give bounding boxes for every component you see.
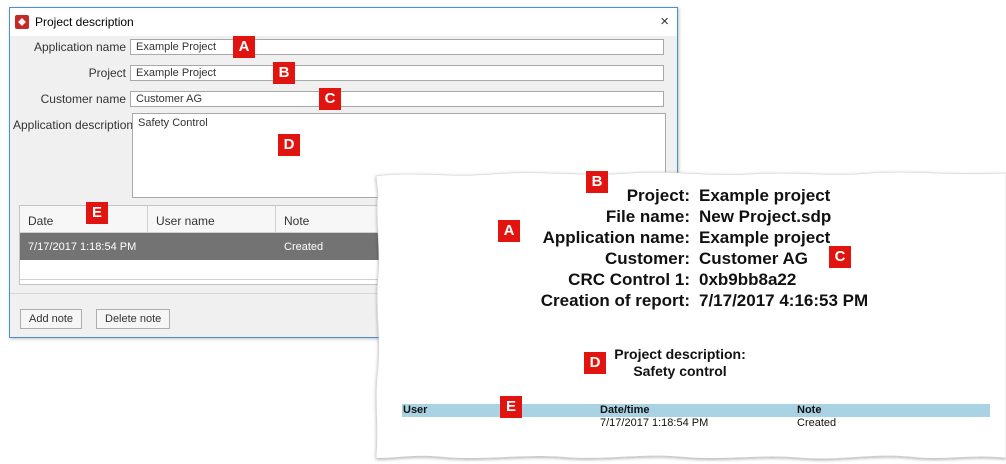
report-line-project: Project: Example project	[372, 186, 1006, 206]
application-name-row: Application name	[10, 39, 664, 55]
marker-a-dialog: A	[233, 36, 255, 58]
row-date: 7/17/2017 1:18:54 PM	[28, 241, 137, 253]
report-label-application-name: Application name:	[542, 228, 690, 247]
customer-name-input[interactable]	[130, 91, 664, 107]
report-line-application-name: Application name: Example project	[372, 228, 1006, 248]
report-col-datetime: Date/time	[600, 404, 650, 416]
marker-d-dialog: D	[278, 134, 300, 156]
close-icon[interactable]: ×	[660, 14, 669, 30]
marker-e-report: E	[500, 396, 522, 418]
delete-note-button[interactable]: Delete note	[96, 309, 171, 329]
marker-b-report: B	[586, 171, 608, 193]
application-description-label: Application description	[13, 118, 134, 132]
report-value-creation: 7/17/2017 4:16:53 PM	[699, 291, 869, 310]
report-description-value: Safety control	[633, 363, 727, 379]
column-header-user-name[interactable]: User name	[148, 206, 276, 232]
add-note-button[interactable]: Add note	[20, 309, 83, 329]
report-label-file-name: File name:	[605, 207, 690, 226]
app-icon	[15, 15, 29, 29]
report-row-datetime: 7/17/2017 1:18:54 PM	[600, 417, 709, 429]
report-value-project: Example project	[699, 186, 831, 205]
report-value-crc: 0xb9bb8a22	[699, 270, 797, 289]
report-label-crc: CRC Control 1:	[568, 270, 690, 289]
report-line-customer: Customer: Customer AG	[372, 249, 1006, 269]
project-row: Project	[10, 65, 664, 81]
report-excerpt: Project: Example project File name: New …	[372, 168, 1006, 464]
marker-c-dialog: C	[319, 88, 341, 110]
report-label-project: Project:	[626, 186, 690, 205]
application-name-input[interactable]	[130, 39, 664, 55]
dialog-title: Project description	[35, 15, 134, 29]
report-label-customer: Customer:	[604, 249, 690, 268]
marker-a-report: A	[498, 220, 520, 242]
report-row-note: Created	[797, 417, 837, 429]
marker-c-report: C	[829, 246, 851, 268]
marker-b-dialog: B	[273, 62, 295, 84]
project-label: Project	[88, 66, 126, 80]
report-col-note: Note	[797, 404, 822, 416]
marker-d-report: D	[584, 352, 606, 374]
project-input[interactable]	[130, 65, 664, 81]
report-col-user: User	[403, 404, 428, 416]
report-value-customer: Customer AG	[699, 249, 808, 268]
application-name-label: Application name	[33, 40, 126, 54]
report-line-file-name: File name: New Project.sdp	[372, 207, 1006, 227]
report-label-creation: Creation of report:	[540, 291, 690, 310]
report-value-application-name: Example project	[699, 228, 831, 247]
report-description-heading: Project description:	[614, 346, 746, 362]
marker-e-dialog: E	[86, 202, 108, 224]
report-table-header: User Date/time Note	[402, 404, 990, 417]
column-header-date[interactable]: Date	[20, 206, 148, 232]
title-bar: Project description ×	[10, 8, 677, 36]
report-line-creation: Creation of report: 7/17/2017 4:16:53 PM	[372, 291, 1006, 311]
report-line-crc: CRC Control 1: 0xb9bb8a22	[372, 270, 1006, 290]
report-value-file-name: New Project.sdp	[699, 207, 832, 226]
customer-name-label: Customer name	[40, 92, 126, 106]
